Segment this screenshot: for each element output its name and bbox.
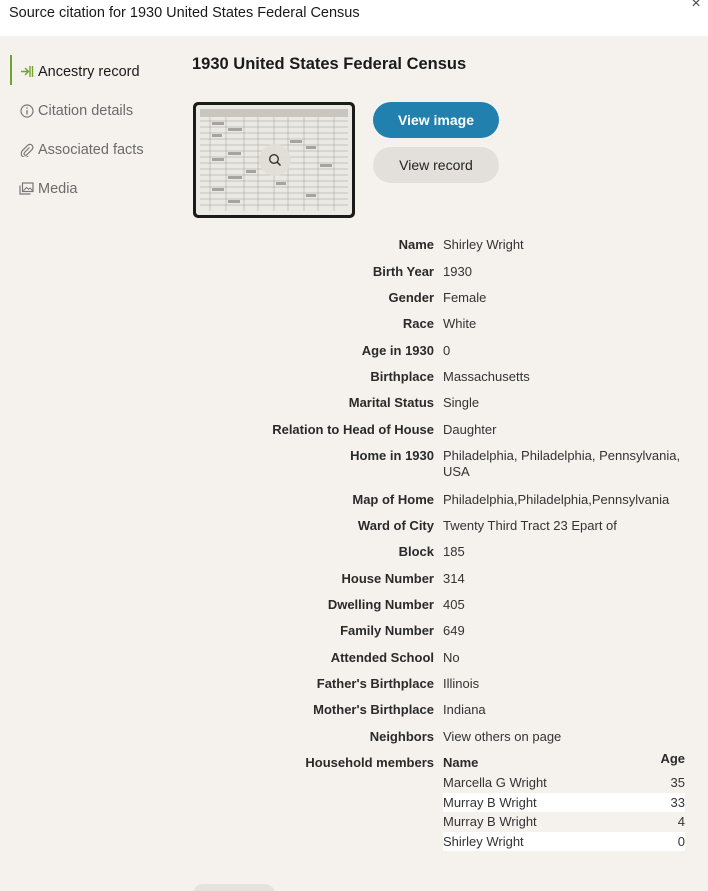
field-label: Age in 1930 (361, 343, 434, 358)
sidebar-item-label: Media (38, 180, 78, 197)
household-row[interactable]: Murray B Wright 33 (443, 792, 685, 812)
field-label: Dwelling Number (327, 597, 434, 612)
field-label: Household members (305, 755, 434, 770)
household-row[interactable]: Shirley Wright 0 (443, 831, 685, 851)
main-content: 1930 United States Federal Census View i… (192, 55, 692, 851)
sidebar-item-label: Citation details (38, 102, 134, 119)
field-label: Home in 1930 (350, 448, 434, 463)
field-label: Birthplace (370, 369, 434, 384)
field-value: 1930 (443, 263, 472, 279)
field-label: Map of Home (352, 492, 434, 507)
field-value: 0 (443, 343, 451, 358)
member-name: Marcella G Wright (443, 775, 547, 790)
record-title: 1930 United States Federal Census (192, 55, 467, 73)
field-value: White (443, 316, 477, 331)
member-name: Murray B Wright (443, 794, 537, 810)
field-label: Neighbors (369, 729, 434, 744)
field-label: Family Number (340, 623, 434, 638)
field-value: 649 (443, 623, 465, 638)
dialog-header: Source citation for 1930 United States F… (0, 0, 708, 36)
view-record-button[interactable]: View record (373, 147, 499, 183)
member-age: 0 (677, 833, 685, 849)
field-label: Relation to Head of House (272, 422, 434, 437)
map-of-home-link[interactable]: Philadelphia,Philadelphia,Pennsylvania (443, 492, 688, 508)
view-image-button[interactable]: View image (373, 102, 499, 138)
info-icon (19, 103, 34, 118)
member-age: 33 (670, 794, 685, 810)
household-row[interactable]: Murray B Wright 4 (443, 812, 685, 832)
field-label: Attended School (330, 650, 434, 665)
field-label: Birth Year (372, 263, 434, 279)
field-label: Block (398, 544, 434, 559)
sidebar-item-media[interactable]: Media (0, 169, 170, 208)
sidebar-nav: Ancestry record Citation details Associa… (0, 52, 170, 208)
paperclip-icon (19, 142, 34, 157)
sidebar-item-label: Ancestry record (38, 63, 140, 80)
field-label: Gender (388, 290, 434, 305)
field-value: Shirley Wright (443, 237, 524, 252)
sidebar-item-citation-details[interactable]: Citation details (0, 91, 170, 130)
member-age: 4 (677, 814, 685, 829)
member-age: 35 (670, 775, 685, 790)
field-label: Marital Status (348, 395, 434, 410)
field-value: Illinois (443, 676, 480, 691)
member-name: Murray B Wright (443, 814, 537, 829)
household-row[interactable]: Marcella G Wright 35 (443, 773, 685, 793)
field-label: Ward of City (357, 518, 434, 533)
member-name: Shirley Wright (443, 833, 524, 849)
field-label: Name (398, 237, 434, 252)
dialog-title: Source citation for 1930 United States F… (9, 5, 360, 21)
close-icon[interactable]: × (688, 0, 704, 14)
media-icon (19, 181, 34, 196)
ancestry-icon (19, 64, 34, 79)
column-header-age: Age (660, 751, 685, 766)
field-label: House Number (341, 571, 434, 586)
field-label: Father's Birthplace (316, 676, 434, 691)
field-value: Massachusetts (443, 369, 530, 384)
view-neighbors-link[interactable]: View others on page (443, 729, 688, 745)
field-value: 314 (443, 571, 465, 586)
field-value: 405 (443, 597, 465, 612)
search-icon (268, 153, 282, 167)
field-label: Race (402, 316, 434, 331)
census-image-thumbnail[interactable] (193, 102, 355, 218)
footer-button[interactable] (193, 884, 275, 891)
field-value: 185 (443, 544, 465, 559)
field-value: Female (443, 290, 487, 305)
sidebar-item-label: Associated facts (38, 141, 144, 158)
field-value: Daughter (443, 422, 497, 437)
field-value: Twenty Third Tract 23 Epart of (443, 518, 617, 533)
field-label: Mother's Birthplace (313, 702, 434, 717)
zoom-button[interactable] (259, 144, 291, 176)
household-table: Name Age Marcella G Wright 35 Murray B W… (443, 751, 685, 851)
field-value: Indiana (443, 702, 486, 717)
household-table-header: Name Age (443, 751, 685, 773)
sidebar-item-ancestry-record[interactable]: Ancestry record (0, 52, 170, 91)
sidebar-item-associated-facts[interactable]: Associated facts (0, 130, 170, 169)
census-image-preview (196, 105, 352, 215)
column-header-name: Name (443, 755, 479, 770)
field-value: No (443, 650, 460, 665)
field-value: Single (443, 395, 480, 410)
field-value: Philadelphia, Philadelphia, Pennsylvania… (443, 448, 681, 479)
